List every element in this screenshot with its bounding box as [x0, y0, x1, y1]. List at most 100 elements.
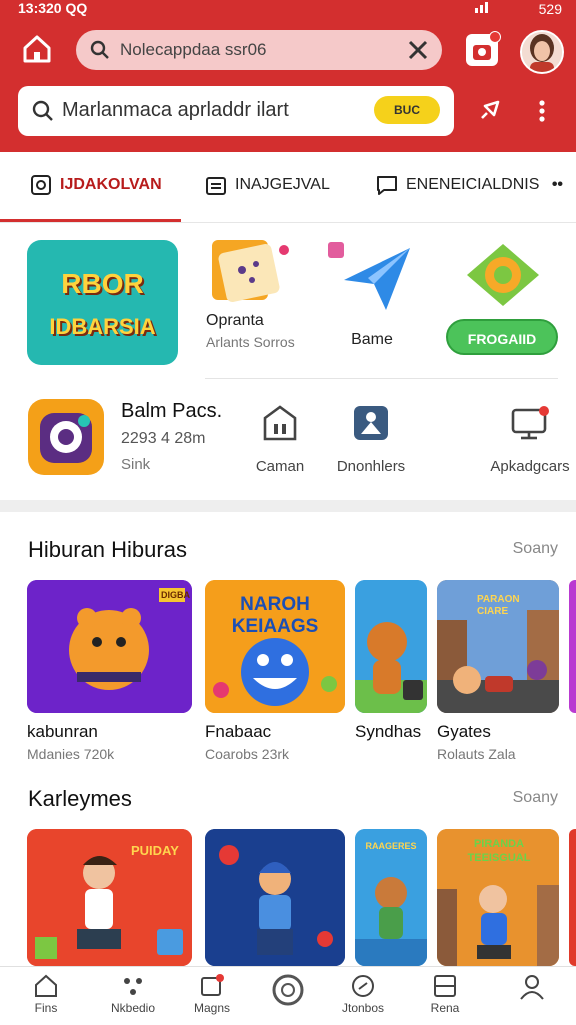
card-title: Syndhas	[355, 722, 422, 741]
nav-games[interactable]: Jtonbos	[323, 973, 403, 1015]
card-sub: Coarobs 23rk	[205, 746, 290, 762]
game-card-7[interactable]: PIRANDA TEEISGUAL	[437, 829, 559, 966]
app-size: 2293 4 28m	[121, 430, 206, 447]
tab-2[interactable]: ENENEICIALDNIS ••	[376, 174, 563, 196]
shortcut-label: Dnonhlers	[336, 458, 406, 475]
pin-icon[interactable]	[474, 96, 504, 126]
app-header: 13:320 QQ 529 Nolecappdaa ssr06 Marlanma…	[0, 0, 576, 152]
see-more-link[interactable]: Soany	[513, 789, 558, 807]
featured-app-tile[interactable]: RBOR IDBARSIA	[27, 240, 178, 365]
shortcut-label: Apkadgcars	[490, 458, 570, 475]
game-card-0[interactable]: DIGBA	[27, 580, 192, 713]
app-opranta-text: Opranta Arlants Sorros	[206, 312, 295, 350]
main-search-bar[interactable]: Marlanmaca aprladdr ilart BUC	[18, 86, 454, 136]
nav-label: Rena	[430, 1001, 460, 1015]
monitor-icon	[511, 406, 549, 440]
game-card-peek[interactable]	[569, 829, 576, 966]
nav-profile[interactable]	[492, 973, 572, 1003]
home-button[interactable]	[20, 32, 54, 66]
tab-label: IJDAKOLVAN	[60, 176, 162, 194]
swirl-app-icon	[467, 244, 539, 306]
app-sub: Arlants Sorros	[206, 334, 295, 350]
notification-button[interactable]	[466, 31, 501, 66]
square-target-icon	[31, 175, 51, 195]
app-balm-icon[interactable]	[28, 399, 104, 475]
app-bame[interactable]: Bame	[322, 240, 422, 349]
card-title: Gyates	[437, 722, 491, 741]
grid-icon	[434, 975, 456, 997]
featured-art-line1: RBOR	[61, 268, 144, 299]
voucher-badge[interactable]: BUC	[374, 96, 440, 124]
more-dots-icon[interactable]: ••	[552, 176, 563, 193]
top-search-bar[interactable]: Nolecappdaa ssr06	[76, 30, 442, 70]
category-tabs: IJDAKOLVAN INAJGEJVAL ENENEICIALDNIS ••	[0, 152, 576, 223]
home-icon	[35, 974, 57, 997]
game-card-1[interactable]: NAROH KEIAAGS	[205, 580, 345, 713]
card-art-text: DIGBA	[161, 590, 190, 600]
card-art-text: PUIDAY	[131, 843, 179, 858]
clear-icon[interactable]	[406, 38, 430, 62]
status-bar: 13:320 QQ 529	[0, 0, 576, 20]
card-art-text: PIRANDA TEEISGUAL	[467, 838, 531, 864]
shortcut-apkadgcars[interactable]: Apkadgcars	[490, 404, 570, 475]
notification-dot	[489, 31, 501, 43]
section-title: Hiburan Hiburas	[28, 537, 187, 562]
section-title: Karleymes	[28, 786, 132, 811]
avatar[interactable]	[520, 30, 564, 74]
search-icon	[90, 40, 109, 59]
search-icon	[32, 100, 53, 121]
nav-messages[interactable]: Magns	[172, 973, 252, 1015]
nav-rena[interactable]: Rena	[405, 973, 485, 1015]
runner-game-art	[205, 829, 345, 966]
app-opranta[interactable]	[204, 240, 300, 311]
building-icon	[263, 405, 297, 441]
card-art-text: RAAGERES	[365, 841, 417, 851]
card-sub: Rolauts Zala	[437, 746, 516, 762]
game-card-5[interactable]	[205, 829, 345, 966]
inbox-icon	[201, 974, 224, 996]
person-icon	[520, 975, 544, 1000]
game-card-2[interactable]	[355, 580, 427, 713]
top-search-input[interactable]: Nolecappdaa ssr06	[120, 40, 266, 60]
bottom-navigation: Fins Nkbedio Magns Jtonbos Rena	[0, 966, 576, 1025]
nav-label: Magns	[193, 1001, 231, 1015]
fox-game-art	[355, 580, 427, 713]
status-right: 529	[474, 0, 562, 17]
battery-text: 529	[538, 1, 562, 17]
tab-0[interactable]: IJDAKOLVAN	[30, 174, 162, 196]
game-card-peek[interactable]	[569, 580, 576, 713]
app-label: Bame	[351, 331, 393, 348]
tab-indicator	[0, 219, 181, 222]
card-title: kabunran	[27, 722, 98, 741]
nav-media[interactable]: Nkbedio	[93, 973, 173, 1015]
sparkle-icon	[124, 978, 142, 995]
shortcut-dnonhlers[interactable]: Dnonhlers	[330, 404, 412, 475]
status-time: 13:320 QQ	[18, 0, 88, 16]
app-frog[interactable]	[458, 240, 548, 315]
tab-1[interactable]: INAJGEJVAL	[205, 174, 330, 196]
nav-home[interactable]: Fins	[6, 973, 86, 1015]
camera-lens-icon	[40, 413, 92, 463]
game-card-4[interactable]: PUIDAY	[27, 829, 192, 966]
game-card-3[interactable]: PARAON CIARE	[437, 580, 559, 713]
main-search-input[interactable]: Marlanmaca aprladdr ilart	[62, 99, 289, 122]
center-circle-icon	[272, 974, 304, 1006]
row-divider	[205, 378, 558, 379]
app-title[interactable]: Balm Pacs.	[121, 400, 222, 423]
paper-plane-icon	[328, 242, 410, 310]
calendar-icon	[206, 177, 226, 195]
tab-label: INAJGEJVAL	[235, 176, 330, 194]
featured-art-line2: IDBARSIA	[49, 314, 156, 339]
user-photo	[522, 32, 562, 72]
card-art-text: PARAON CIARE	[477, 594, 520, 617]
see-more-link[interactable]: Soany	[513, 540, 558, 558]
game-card-6[interactable]: RAAGERES	[355, 829, 427, 966]
nav-center[interactable]	[248, 973, 328, 1009]
more-vert-icon[interactable]	[532, 96, 552, 126]
home-icon	[23, 35, 51, 63]
chat-icon	[377, 176, 397, 195]
controller-icon	[352, 975, 374, 997]
card-title: Fnabaac	[205, 722, 272, 741]
shortcut-caman[interactable]: Caman	[246, 404, 314, 475]
install-button[interactable]: FROGAIID	[446, 319, 558, 355]
